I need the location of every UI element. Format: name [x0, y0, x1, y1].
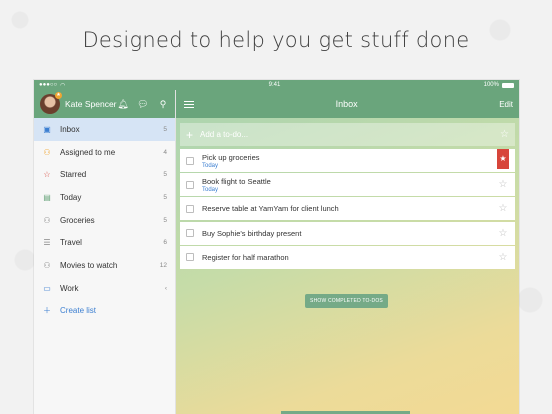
signal-icon: ●●●○○	[39, 82, 58, 88]
todo-checkbox[interactable]	[186, 180, 194, 189]
inbox-icon: ▣	[43, 124, 51, 134]
main-header: Inbox Edit	[176, 90, 519, 118]
wifi-icon: ◠	[60, 82, 66, 89]
sidebar-item-label: Work	[60, 283, 79, 293]
pro-badge-icon: ★	[55, 92, 62, 99]
todo-title: Buy Sophie's birthday present	[202, 228, 302, 238]
todo-title: Pick up groceries	[202, 152, 260, 162]
todo-item[interactable]: Buy Sophie's birthday present ☆	[180, 221, 515, 245]
sidebar-list: ▣ Inbox 5 ⚇ Assigned to me 4 ☆ Starred 5 ▤ Today 5 ⚇…	[34, 118, 175, 300]
todo-list: Pick up groceries Today ★ Book flight to Se…	[180, 149, 515, 270]
sidebar: ★ Kate Spencer 🔔︎ 💬︎ ⚲ ▣ Inbox 5 ⚇ Assigned …	[34, 90, 176, 414]
create-list-button[interactable]: ＋ Create list	[34, 300, 175, 323]
todo-checkbox[interactable]	[186, 204, 194, 213]
todo-item[interactable]: Pick up groceries Today ★	[180, 149, 515, 172]
status-time: 9:41	[268, 82, 281, 88]
main-panel: Inbox Edit + Add a to-do... ☆ Pick up gr…	[176, 90, 519, 414]
sidebar-item-today[interactable]: ▤ Today 5	[34, 186, 175, 209]
sidebar-item-travel[interactable]: ☰ Travel 6	[34, 231, 175, 254]
todo-checkbox[interactable]	[186, 253, 194, 262]
plus-icon: +	[186, 127, 194, 142]
page-title: Inbox	[335, 99, 358, 109]
todo-item[interactable]: Book flight to Seattle Today ☆	[180, 173, 515, 197]
star-icon[interactable]: ☆	[497, 228, 509, 239]
sidebar-item-count: ‹	[164, 284, 167, 292]
star-icon[interactable]: ☆	[497, 252, 509, 263]
avatar[interactable]: ★	[40, 92, 62, 114]
edit-button[interactable]: Edit	[499, 100, 513, 109]
add-todo-placeholder: Add a to-do...	[200, 130, 249, 139]
search-icon[interactable]: ⚲	[157, 99, 169, 110]
username[interactable]: Kate Spencer	[65, 99, 117, 109]
sidebar-item-assigned-to-me[interactable]: ⚇ Assigned to me 4	[34, 141, 175, 164]
sidebar-item-label: Movies to watch	[60, 260, 118, 270]
marketing-headline: Designed to help you get stuff done	[82, 28, 470, 52]
todo-title: Book flight to Seattle	[202, 176, 271, 186]
star-icon[interactable]: ☆	[497, 203, 509, 214]
battery-icon	[501, 82, 514, 88]
status-bar: ●●●○○ ◠ 9:41 100%	[34, 80, 519, 90]
todo-item[interactable]: Reserve table at YamYam for client lunch…	[180, 197, 515, 221]
todo-item[interactable]: Register for half marathon ☆	[180, 245, 515, 269]
list-icon: ☰	[43, 238, 51, 248]
star-icon[interactable]: ☆	[497, 179, 509, 190]
shared-list-icon: ⚇	[43, 260, 51, 270]
calendar-icon: ▤	[43, 192, 51, 202]
star-icon: ☆	[43, 170, 51, 180]
sidebar-header: ★ Kate Spencer 🔔︎ 💬︎ ⚲	[34, 90, 175, 118]
sidebar-item-count: 5	[163, 125, 167, 133]
todo-title: Register for half marathon	[202, 252, 289, 262]
create-list-label: Create list	[60, 306, 97, 316]
sidebar-item-label: Today	[60, 192, 82, 202]
sidebar-item-count: 5	[163, 171, 167, 179]
sidebar-item-count: 5	[163, 193, 167, 201]
sidebar-item-work[interactable]: ▭ Work ‹	[34, 277, 175, 300]
sidebar-item-movies-to-watch[interactable]: ⚇ Movies to watch 12	[34, 254, 175, 277]
sidebar-item-count: 5	[163, 216, 167, 224]
todo-due-date: Today	[202, 186, 219, 193]
person-icon: ⚇	[43, 147, 51, 157]
sidebar-item-count: 12	[159, 261, 167, 269]
chat-icon[interactable]: 💬︎	[137, 99, 149, 110]
star-filled-icon[interactable]: ★	[497, 149, 509, 169]
todo-title: Reserve table at YamYam for client lunch	[202, 204, 339, 214]
sidebar-item-inbox[interactable]: ▣ Inbox 5	[34, 118, 175, 141]
sidebar-item-groceries[interactable]: ⚇ Groceries 5	[34, 209, 175, 232]
sidebar-item-label: Groceries	[60, 215, 95, 225]
todo-checkbox[interactable]	[186, 229, 194, 238]
plus-icon: ＋	[43, 306, 51, 316]
star-icon[interactable]: ☆	[500, 129, 509, 140]
battery-percent: 100%	[483, 82, 499, 88]
sidebar-item-count: 4	[163, 148, 167, 156]
folder-icon: ▭	[43, 283, 51, 293]
bell-icon[interactable]: 🔔︎	[117, 99, 129, 110]
todo-checkbox[interactable]	[186, 156, 194, 165]
sidebar-item-label: Inbox	[60, 124, 80, 134]
todo-due-date: Today	[202, 162, 219, 169]
sidebar-item-label: Assigned to me	[60, 147, 116, 157]
ipad-screen: ●●●○○ ◠ 9:41 100% ★ Kate Spencer 🔔︎ 💬︎ ⚲ …	[34, 80, 519, 414]
sidebar-item-starred[interactable]: ☆ Starred 5	[34, 163, 175, 186]
sidebar-item-count: 6	[163, 239, 167, 247]
shared-list-icon: ⚇	[43, 215, 51, 225]
sidebar-item-label: Starred	[60, 170, 87, 180]
add-todo-input[interactable]: + Add a to-do... ☆	[180, 123, 515, 146]
sidebar-item-label: Travel	[60, 238, 82, 248]
menu-icon[interactable]	[184, 100, 194, 108]
show-completed-button[interactable]: SHOW COMPLETED TO-DOS	[305, 294, 388, 308]
